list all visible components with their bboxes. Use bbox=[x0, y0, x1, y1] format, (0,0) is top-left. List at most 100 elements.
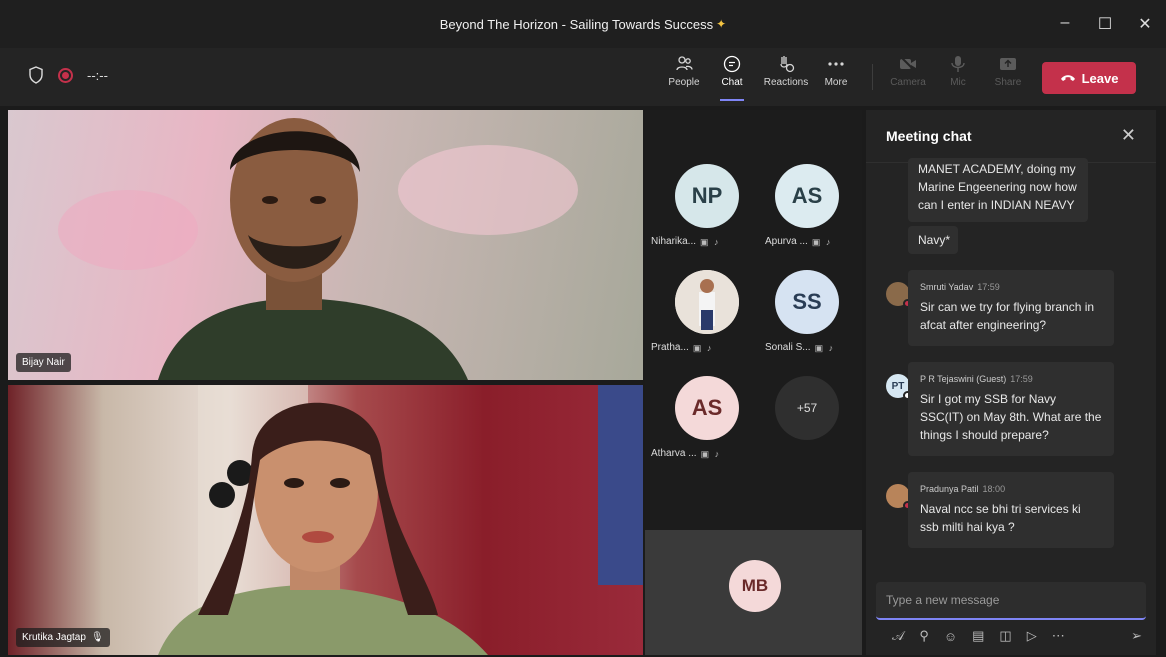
camera-off-icon: ▣ bbox=[700, 448, 710, 459]
mic-off-icon: ♪ bbox=[825, 236, 831, 247]
participant-tile[interactable]: SS Sonali S... ▣ ♪ bbox=[747, 270, 847, 375]
message-author: Smruti Yadav bbox=[920, 282, 974, 292]
message-meta: Pradunya Patil 18:00 bbox=[920, 480, 1102, 498]
participant-name: Niharika... bbox=[651, 236, 697, 247]
participant-tile[interactable]: Pratha... ▣ ♪ bbox=[647, 270, 747, 375]
chat-label: Chat bbox=[721, 77, 743, 88]
message-text: Sir I got my SSB for Navy SSC(IT) on May… bbox=[920, 392, 1102, 442]
self-avatar: MB bbox=[729, 560, 781, 612]
chat-button[interactable]: Chat bbox=[708, 54, 756, 101]
camera-button[interactable]: Camera bbox=[884, 54, 932, 100]
people-button[interactable]: People bbox=[660, 54, 708, 100]
attach-icon[interactable]: ⚲ bbox=[919, 628, 929, 644]
sparkle-icon: ✦ bbox=[716, 17, 727, 31]
phone-hangup-icon bbox=[1060, 75, 1075, 81]
participant-video bbox=[58, 118, 578, 380]
chat-message: P R Tejaswini (Guest) 17:59 Sir I got my … bbox=[908, 362, 1114, 456]
avatar bbox=[886, 484, 912, 510]
participant-label: Atharva ... ▣ ♪ bbox=[651, 448, 725, 459]
meeting-chat-panel: Meeting chat ✕ MANET ACADEMY, doing my M… bbox=[866, 110, 1156, 655]
window-controls: – ☐ ✕ bbox=[1056, 14, 1154, 34]
chat-message: Pradunya Patil 18:00 Naval ncc se bhi tri… bbox=[908, 472, 1114, 548]
camera-off-icon bbox=[900, 56, 916, 72]
share-icon bbox=[1000, 58, 1016, 70]
more-button[interactable]: More bbox=[812, 54, 860, 100]
message-text: Sir can we try for flying branch in afca… bbox=[920, 300, 1095, 332]
leave-button[interactable]: Leave bbox=[1042, 62, 1136, 94]
participant-video bbox=[158, 385, 643, 655]
message-time: 18:00 bbox=[982, 484, 1006, 494]
maximize-icon[interactable]: ☐ bbox=[1096, 14, 1114, 34]
share-button[interactable]: Share bbox=[984, 54, 1032, 100]
avatar-initials: PT bbox=[891, 380, 905, 392]
participant-label: Niharika... ▣ ♪ bbox=[651, 236, 724, 247]
participant-label: Apurva ... ▣ ♪ bbox=[765, 236, 836, 247]
loop-icon[interactable]: ▷ bbox=[1027, 628, 1037, 644]
participant-name: Bijay Nair bbox=[22, 357, 65, 368]
teams-meeting-window: Beyond The Horizon - Sailing Towards Suc… bbox=[0, 0, 1166, 657]
format-icon[interactable]: 𝒜 bbox=[892, 628, 904, 644]
mic-muted-icon: 🎙 bbox=[90, 632, 104, 643]
people-icon bbox=[676, 56, 693, 71]
reactions-button[interactable]: Reactions bbox=[762, 54, 810, 100]
participant-tile[interactable]: NP Niharika... ▣ ♪ bbox=[647, 164, 747, 269]
more-participants-tile[interactable]: +57 bbox=[747, 376, 847, 481]
mic-off-icon: ♪ bbox=[706, 342, 712, 353]
chat-icon bbox=[723, 55, 741, 73]
mic-button[interactable]: Mic bbox=[934, 54, 982, 100]
chat-title: Meeting chat bbox=[886, 128, 972, 144]
recording-icon bbox=[58, 67, 73, 83]
video-tile-krutika[interactable]: Krutika Jagtap 🎙 bbox=[8, 385, 643, 655]
self-video-tile[interactable]: MB bbox=[645, 530, 862, 655]
mic-off-icon: ♪ bbox=[828, 342, 834, 353]
avatar: SS bbox=[775, 270, 839, 334]
participant-label: Sonali S... ▣ ♪ bbox=[765, 342, 839, 353]
message-meta: P R Tejaswini (Guest) 17:59 bbox=[920, 370, 1102, 388]
participant-name: Sonali S... bbox=[765, 342, 811, 353]
window-title: Beyond The Horizon - Sailing Towards Suc… bbox=[439, 16, 714, 32]
message-text: Navy* bbox=[918, 233, 951, 247]
chat-message: MANET ACADEMY, doing my Marine Engeeneri… bbox=[908, 158, 1088, 222]
chat-message: Navy* bbox=[908, 226, 958, 254]
close-chat-icon[interactable]: ✕ bbox=[1121, 125, 1136, 146]
participant-name-tag: Bijay Nair bbox=[16, 353, 71, 372]
sticker-icon[interactable]: ◫ bbox=[999, 628, 1011, 644]
participant-tile[interactable]: AS Apurva ... ▣ ♪ bbox=[747, 164, 847, 269]
message-compose-input[interactable]: Type a new message bbox=[876, 582, 1146, 620]
more-label: More bbox=[824, 77, 848, 88]
reactions-icon bbox=[780, 56, 795, 73]
close-icon[interactable]: ✕ bbox=[1136, 14, 1154, 34]
send-icon[interactable]: ➢ bbox=[1131, 628, 1142, 644]
toolbar-divider bbox=[872, 64, 873, 90]
reactions-label: Reactions bbox=[763, 77, 809, 88]
more-icon bbox=[828, 62, 844, 66]
avatar: AS bbox=[675, 376, 739, 440]
participant-tile[interactable]: AS Atharva ... ▣ ♪ bbox=[647, 376, 747, 481]
mic-off-icon: ♪ bbox=[714, 236, 719, 247]
emoji-icon[interactable]: ☺ bbox=[944, 629, 957, 644]
leave-label: Leave bbox=[1081, 70, 1119, 86]
mic-off-icon: ♪ bbox=[714, 448, 720, 459]
message-time: 17:59 bbox=[977, 282, 1000, 292]
more-participants-count: +57 bbox=[775, 376, 839, 440]
person-photo bbox=[675, 270, 739, 334]
camera-label: Camera bbox=[890, 77, 926, 88]
minimize-icon[interactable]: – bbox=[1056, 14, 1074, 34]
compose-toolbar: 𝒜 ⚲ ☺ ▤ ◫ ▷ ⋯ ➢ bbox=[892, 628, 1142, 644]
camera-off-icon: ▣ bbox=[811, 236, 821, 247]
shield-icon[interactable] bbox=[28, 66, 44, 84]
camera-off-icon: ▣ bbox=[814, 342, 824, 353]
meeting-timer: --:-- bbox=[87, 67, 108, 83]
title-bar: Beyond The Horizon - Sailing Towards Suc… bbox=[0, 0, 1166, 48]
avatar: NP bbox=[675, 164, 739, 228]
share-label: Share bbox=[994, 77, 1022, 88]
participant-name: Atharva ... bbox=[651, 448, 697, 459]
more-options-icon[interactable]: ⋯ bbox=[1052, 628, 1065, 644]
message-text: MANET ACADEMY, doing my Marine Engeeneri… bbox=[918, 162, 1077, 212]
message-author: P R Tejaswini (Guest) bbox=[920, 374, 1007, 384]
video-tile-bijay[interactable]: Bijay Nair bbox=[8, 110, 643, 380]
people-label: People bbox=[668, 77, 700, 88]
participant-name: Krutika Jagtap bbox=[22, 632, 86, 643]
gif-icon[interactable]: ▤ bbox=[972, 628, 984, 644]
message-text: Naval ncc se bhi tri services ki ssb mil… bbox=[920, 502, 1081, 534]
